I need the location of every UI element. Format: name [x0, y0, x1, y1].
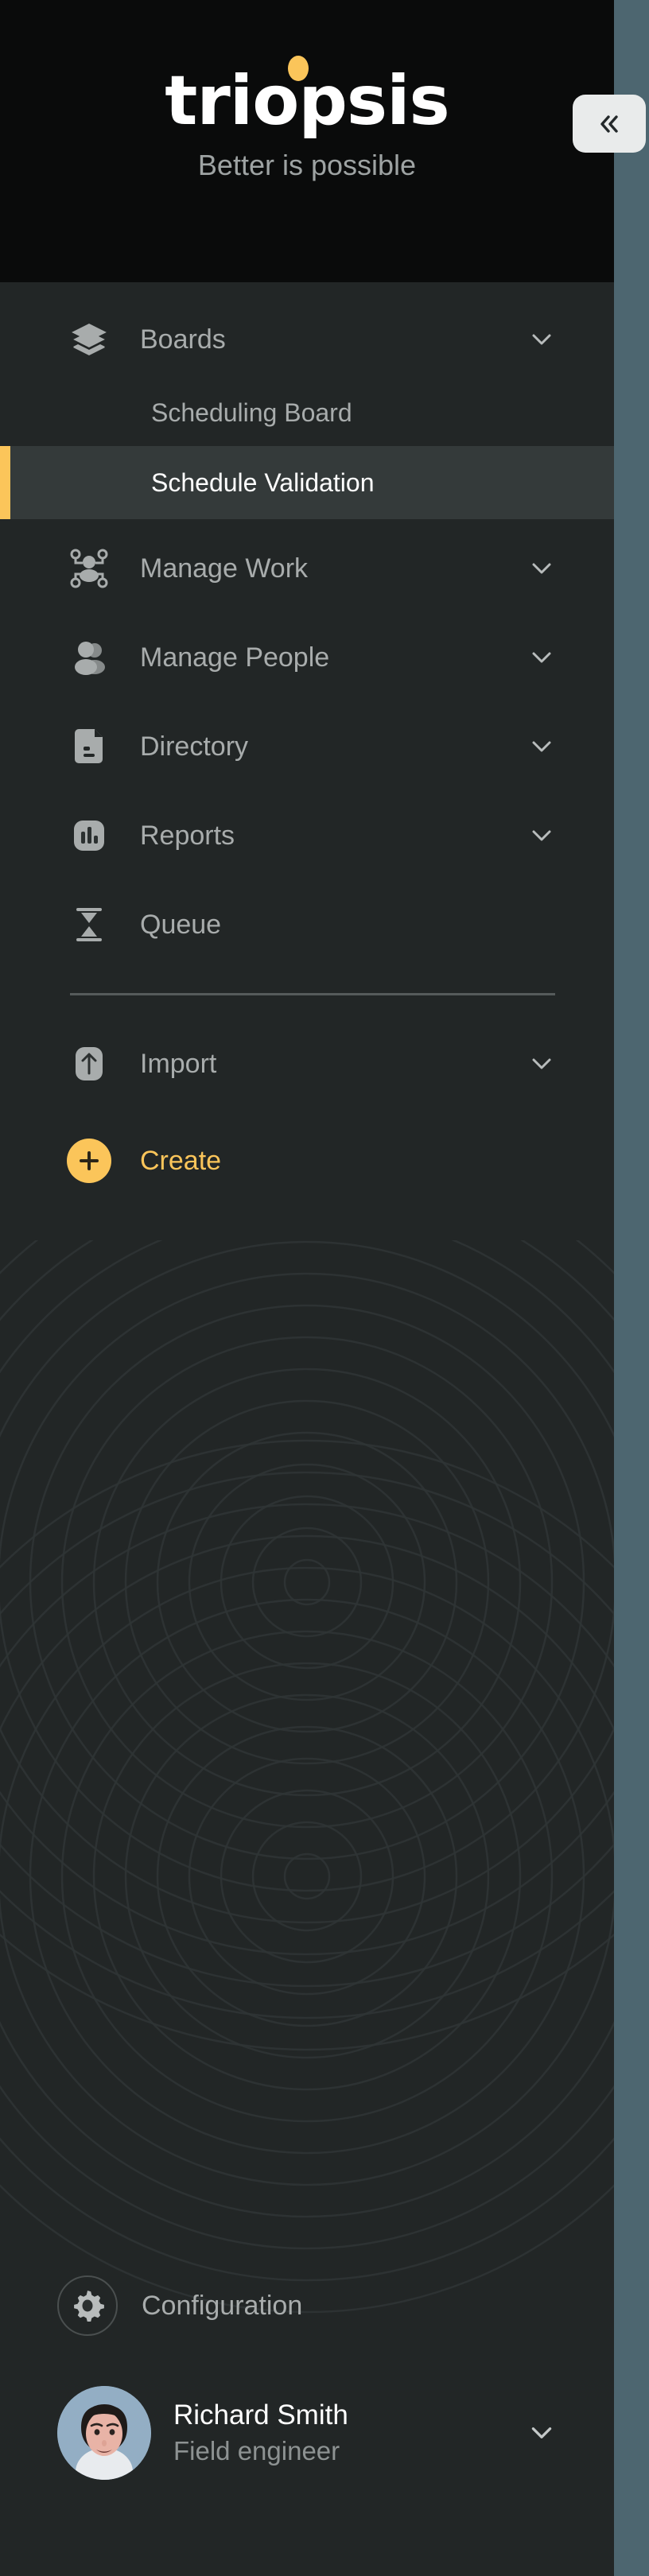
- user-profile[interactable]: Richard Smith Field engineer: [0, 2373, 614, 2493]
- logo-wrap: triopsis Better is possible: [0, 0, 614, 181]
- plus-circle-icon: [67, 1139, 111, 1183]
- sidebar-subitem-label: Scheduling Board: [151, 398, 352, 427]
- sidebar-item-label: Manage Work: [140, 553, 309, 584]
- create-button[interactable]: Create: [0, 1121, 614, 1201]
- chevron-down-icon[interactable]: [528, 326, 555, 353]
- user-role: Field engineer: [173, 2436, 340, 2465]
- brand-header: triopsis Better is possible: [0, 0, 614, 282]
- sidebar-nav: Boards Scheduling Board Schedule Validat…: [0, 282, 614, 1201]
- brand-logo: triopsis: [165, 56, 450, 135]
- sidebar-item-manage-people[interactable]: Manage People: [0, 618, 614, 697]
- chevron-down-icon[interactable]: [528, 2419, 555, 2446]
- sidebar-item-import[interactable]: Import: [0, 1024, 614, 1104]
- avatar: [57, 2386, 151, 2480]
- sidebar-item-directory[interactable]: Directory: [0, 707, 614, 786]
- gear-icon: [57, 2275, 118, 2336]
- sidebar-item-label: Queue: [140, 910, 222, 940]
- sidebar-item-label: Reports: [140, 821, 235, 851]
- create-label: Create: [140, 1146, 222, 1176]
- sidebar: triopsis Better is possible Boards Sched…: [0, 0, 614, 2576]
- configuration-button[interactable]: Configuration: [0, 2262, 614, 2349]
- configuration-label: Configuration: [142, 2290, 303, 2321]
- hourglass-icon: [67, 902, 111, 947]
- sidebar-subitem-scheduling-board[interactable]: Scheduling Board: [0, 379, 614, 446]
- sidebar-item-label: Directory: [140, 731, 249, 762]
- sidebar-item-label: Import: [140, 1049, 217, 1079]
- sidebar-divider: [70, 993, 555, 995]
- layers-stack-icon: [67, 317, 111, 362]
- sidebar-item-queue[interactable]: Queue: [0, 885, 614, 964]
- chevron-down-icon[interactable]: [528, 555, 555, 582]
- chevron-down-icon[interactable]: [528, 1050, 555, 1077]
- people-group-icon: [67, 635, 111, 680]
- work-network-icon: [67, 546, 111, 591]
- user-info: Richard Smith Field engineer: [173, 2399, 528, 2467]
- sidebar-item-label: Manage People: [140, 642, 330, 673]
- sidebar-item-manage-work[interactable]: Manage Work: [0, 529, 614, 608]
- sidebar-item-reports[interactable]: Reports: [0, 796, 614, 875]
- chevron-down-icon[interactable]: [528, 822, 555, 849]
- user-name: Richard Smith: [173, 2399, 348, 2431]
- document-icon: [67, 724, 111, 769]
- sidebar-item-label: Boards: [140, 324, 226, 355]
- app-root: triopsis Better is possible Boards Sched…: [0, 0, 649, 2576]
- bar-chart-icon: [67, 813, 111, 858]
- chevron-down-icon[interactable]: [528, 733, 555, 760]
- sidebar-subitem-label: Schedule Validation: [151, 468, 375, 497]
- sidebar-item-boards[interactable]: Boards: [0, 300, 614, 379]
- chevron-down-icon[interactable]: [528, 644, 555, 671]
- upload-arrow-icon: [67, 1042, 111, 1086]
- brand-tagline: Better is possible: [197, 149, 417, 181]
- collapse-sidebar-button[interactable]: [573, 95, 646, 153]
- chevron-double-left-icon: [593, 108, 625, 140]
- decorative-rings-pattern: [0, 1240, 614, 2353]
- sidebar-subitem-schedule-validation[interactable]: Schedule Validation: [0, 446, 614, 519]
